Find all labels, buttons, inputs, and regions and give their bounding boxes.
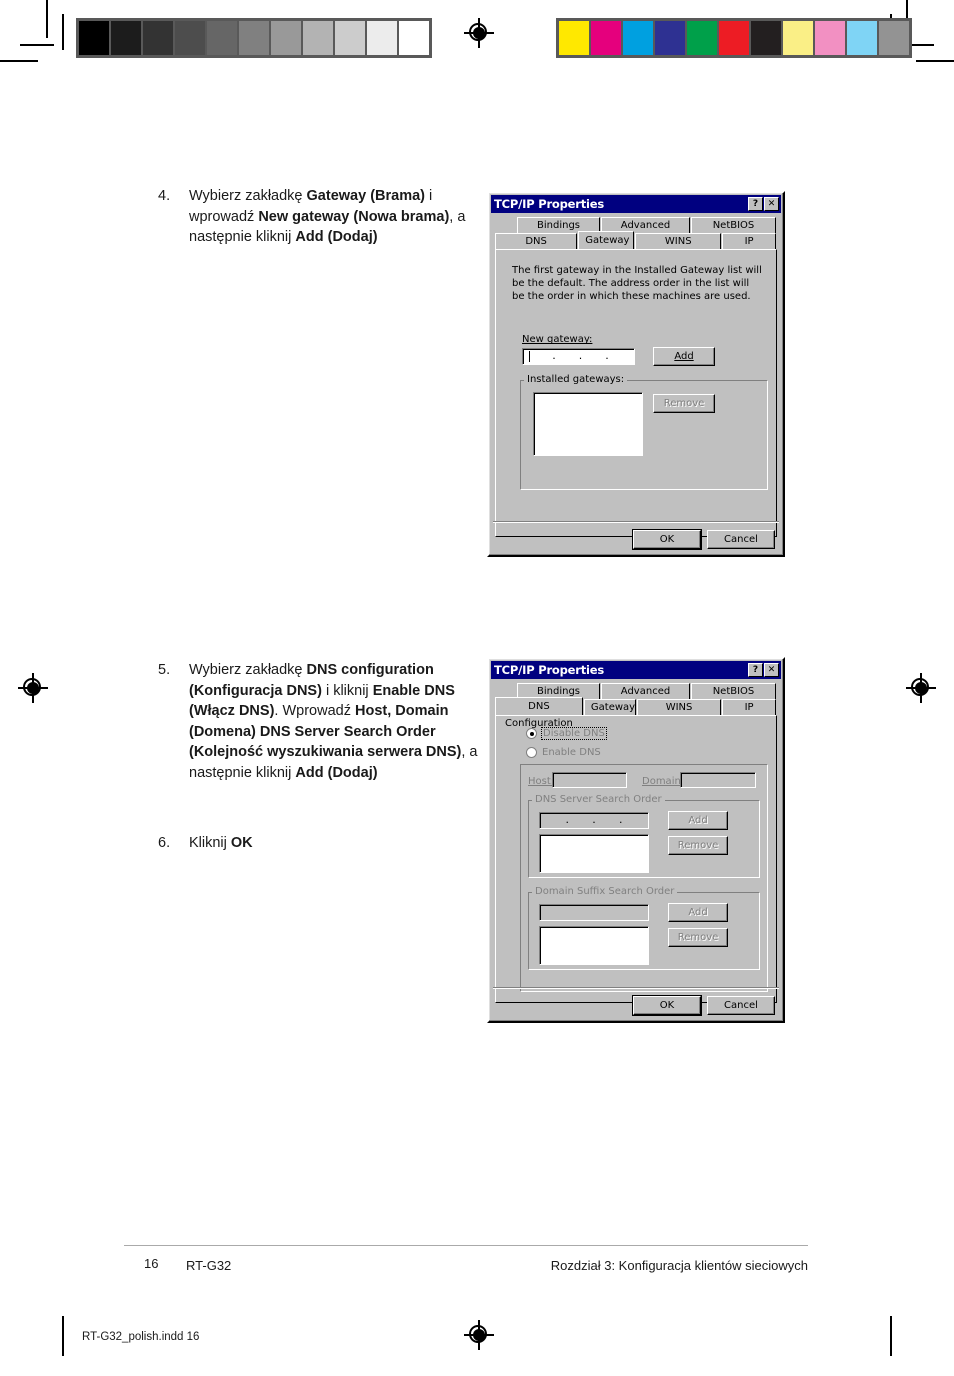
ip-octet-3[interactable] xyxy=(583,349,605,364)
step-number: 5. xyxy=(158,662,171,678)
installed-gateways-label: Installed gateways: xyxy=(524,374,628,385)
enable-dns-label: Enable DNS xyxy=(542,747,601,758)
domain-label: Domain: xyxy=(642,776,685,787)
dns-server-search-order-label: DNS Server Search Order xyxy=(532,794,665,805)
ip-octet-4[interactable] xyxy=(610,349,632,364)
dialog-button-bar: OK Cancel xyxy=(489,530,775,549)
radio-icon[interactable] xyxy=(526,747,537,758)
emphasis-text: Gateway (Brama) xyxy=(306,188,425,204)
remove-gateway-button[interactable]: Remove xyxy=(653,394,715,413)
enable-dns-radio-row[interactable]: Enable DNS xyxy=(526,747,601,758)
ip-octet-3[interactable] xyxy=(597,813,619,828)
new-gateway-input[interactable]: . . . xyxy=(522,348,635,365)
dialog-title: TCP/IP Properties xyxy=(494,663,605,677)
body-text: . Wprowadź xyxy=(274,703,355,720)
step-row: 5. Wybierz zakładkę DNS configuration (K… xyxy=(158,660,478,783)
step-text: Wybierz zakładkę Gateway (Brama) i wprow… xyxy=(189,186,478,248)
close-icon[interactable]: ✕ xyxy=(764,197,779,211)
step-text: Wybierz zakładkę DNS configuration (Konf… xyxy=(189,660,478,783)
ip-octet-4[interactable] xyxy=(623,813,645,828)
dialog-button-bar: OK Cancel xyxy=(489,996,775,1015)
emphasis-text: OK xyxy=(230,835,253,851)
page-number: 16 xyxy=(144,1256,159,1271)
body-text: Kliknij xyxy=(189,835,231,851)
instruction-step-6: 6. Kliknij OK xyxy=(158,833,478,856)
tab-netbios[interactable]: NetBIOS xyxy=(690,217,776,233)
body-text: Wybierz zakładkę xyxy=(189,662,307,678)
tab-ip-address[interactable]: IP Address xyxy=(722,699,776,728)
dialog-titlebar: TCP/IP Properties ? ✕ xyxy=(491,661,781,679)
ip-octet-2[interactable] xyxy=(557,349,579,364)
ok-button[interactable]: OK xyxy=(633,530,701,549)
tab-row-lower: DNS Configuration Gateway WINS Configura… xyxy=(495,231,777,262)
dialog-titlebar: TCP/IP Properties ? ✕ xyxy=(491,195,781,213)
tab-strip: Bindings Advanced NetBIOS DNS Configurat… xyxy=(495,217,777,262)
dns-server-list[interactable] xyxy=(539,834,649,873)
dns-add-button[interactable]: Add xyxy=(668,811,728,830)
host-input[interactable] xyxy=(552,772,627,788)
help-icon[interactable]: ? xyxy=(748,663,763,677)
tab-wins-configuration[interactable]: WINS Configuration xyxy=(636,699,722,728)
print-imprint: RT-G32_polish.indd 16 xyxy=(82,1331,200,1343)
host-label: Host: xyxy=(528,776,555,787)
dns-server-ip-input[interactable]: . . . xyxy=(539,812,649,829)
tab-gateway[interactable]: Gateway xyxy=(578,231,635,249)
emphasis-text: New gateway (Nowa brama) xyxy=(258,208,450,225)
tab-row-lower: DNS Configuration Gateway WINS Configura… xyxy=(495,697,777,729)
suffix-add-button[interactable]: Add xyxy=(668,903,728,922)
tab-ip-address[interactable]: IP Address xyxy=(722,233,776,262)
dialog-title: TCP/IP Properties xyxy=(494,197,605,211)
divider xyxy=(493,987,779,989)
step-number: 4. xyxy=(158,188,171,204)
tcpip-properties-gateway-dialog[interactable]: TCP/IP Properties ? ✕ Bindings Advanced … xyxy=(487,191,785,557)
body-text: Wybierz zakładkę xyxy=(189,188,307,204)
tab-dns-configuration[interactable]: DNS Configuration xyxy=(495,233,578,262)
step-number: 6. xyxy=(158,835,171,851)
domain-suffix-list[interactable] xyxy=(539,926,649,965)
tab-dns-configuration[interactable]: DNS Configuration xyxy=(495,697,583,729)
ok-button[interactable]: OK xyxy=(633,996,701,1015)
close-icon[interactable]: ✕ xyxy=(764,663,779,677)
step-row: 6. Kliknij OK xyxy=(158,833,478,854)
ip-octet-2[interactable] xyxy=(570,813,592,828)
ip-octet-1[interactable] xyxy=(543,813,565,828)
tab-row-upper: Bindings Advanced NetBIOS xyxy=(495,217,777,233)
chapter-title: Rozdział 3: Konfiguracja klientów siecio… xyxy=(550,1258,808,1273)
step-text: Kliknij OK xyxy=(189,833,478,854)
emphasis-text: Add (Dodaj) xyxy=(295,229,378,246)
footer-divider xyxy=(124,1245,808,1246)
emphasis-text: Add (Dodaj) xyxy=(295,764,378,781)
instruction-step-5: 5. Wybierz zakładkę DNS configuration (K… xyxy=(158,660,478,785)
new-gateway-label: New gateway: xyxy=(522,334,593,345)
product-name: RT-G32 xyxy=(186,1258,232,1273)
tab-advanced[interactable]: Advanced xyxy=(601,683,690,699)
cancel-button[interactable]: Cancel xyxy=(707,996,775,1015)
divider xyxy=(493,521,779,523)
instruction-step-4: 4. Wybierz zakładkę Gateway (Brama) i wp… xyxy=(158,186,478,250)
domain-suffix-search-order-label: Domain Suffix Search Order xyxy=(532,886,678,897)
suffix-remove-button[interactable]: Remove xyxy=(668,928,728,947)
tcpip-properties-dns-dialog[interactable]: TCP/IP Properties ? ✕ Bindings Advanced … xyxy=(487,657,785,1023)
installed-gateways-list[interactable] xyxy=(533,392,643,456)
ip-octet-1[interactable] xyxy=(530,349,552,364)
dns-panel: Disable DNS Enable DNS Host: Domain: DNS… xyxy=(495,715,777,1003)
tab-netbios[interactable]: NetBIOS xyxy=(690,683,776,699)
add-gateway-button[interactable]: Add xyxy=(653,347,715,366)
body-text: i kliknij xyxy=(321,682,373,699)
tab-strip: Bindings Advanced NetBIOS DNS Configurat… xyxy=(495,683,777,729)
cancel-button[interactable]: Cancel xyxy=(707,530,775,549)
domain-input[interactable] xyxy=(680,772,756,788)
help-icon[interactable]: ? xyxy=(748,197,763,211)
tab-gateway[interactable]: Gateway xyxy=(583,699,636,715)
domain-suffix-input[interactable] xyxy=(539,904,649,921)
gateway-description: The first gateway in the Installed Gatew… xyxy=(512,265,762,303)
dns-remove-button[interactable]: Remove xyxy=(668,836,728,855)
step-row: 4. Wybierz zakładkę Gateway (Brama) i wp… xyxy=(158,186,478,248)
tab-wins-configuration[interactable]: WINS Configuration xyxy=(635,233,722,262)
gateway-panel: The first gateway in the Installed Gatew… xyxy=(495,249,777,537)
page-content: 4. Wybierz zakładkę Gateway (Brama) i wp… xyxy=(0,0,954,1376)
